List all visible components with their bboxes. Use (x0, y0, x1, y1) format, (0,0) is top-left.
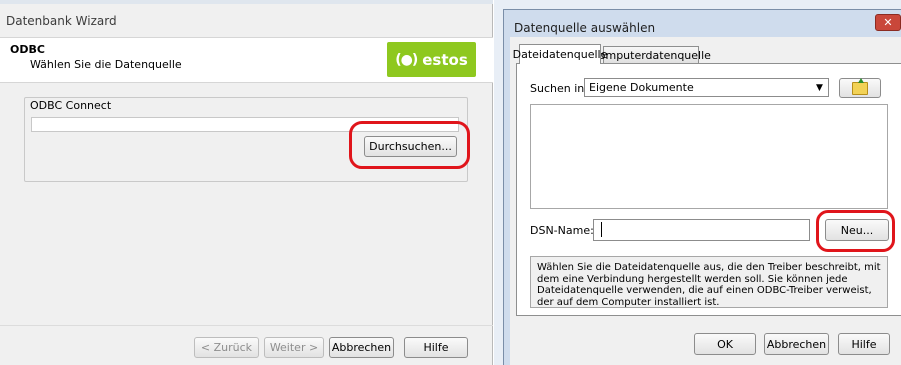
folder-up-icon (852, 77, 868, 95)
look-in-label: Suchen in: (530, 82, 588, 95)
tab-computer-data-source[interactable]: Computerdatenquelle (591, 46, 711, 63)
window-top-strip (0, 0, 493, 4)
cancel-button[interactable]: Abbrechen (329, 337, 394, 358)
dsn-name-label: DSN-Name: (530, 224, 594, 237)
wizard-window-title: Datenbank Wizard (6, 14, 117, 28)
look-in-value: Eigene Dokumente (589, 81, 694, 94)
dsn-name-field[interactable] (593, 219, 810, 241)
tab-file-data-source[interactable]: Dateidatenquelle (513, 44, 607, 64)
odbc-connect-label: ODBC Connect (30, 99, 112, 112)
description-text: Wählen Sie die Dateidatenquelle aus, die… (537, 262, 881, 308)
select-data-source-title: Datenquelle auswählen (514, 21, 656, 35)
look-in-dropdown[interactable]: Eigene Dokumente (584, 78, 829, 97)
chevron-down-icon[interactable]: ▼ (812, 80, 827, 95)
estos-logo-text: estos (422, 50, 468, 69)
help-button[interactable]: Hilfe (404, 337, 468, 358)
file-list[interactable] (530, 104, 888, 209)
new-highlight-circle (816, 210, 895, 252)
estos-logo-mark: (●) (395, 51, 418, 68)
close-icon[interactable]: ✕ (875, 14, 901, 31)
text-caret (601, 222, 602, 237)
right-cancel-button[interactable]: Abbrechen (764, 333, 829, 355)
estos-logo: (●) estos (387, 42, 476, 77)
right-help-button[interactable]: Hilfe (838, 333, 890, 355)
next-button[interactable]: Weiter > (264, 337, 324, 358)
browse-highlight-circle (349, 121, 470, 169)
button-bar-divider (0, 325, 493, 326)
back-button[interactable]: < Zurück (194, 337, 259, 358)
ok-button[interactable]: OK (694, 333, 756, 355)
wizard-step-subtitle: Wählen Sie die Datenquelle (30, 58, 182, 71)
folder-up-button[interactable] (839, 77, 881, 98)
wizard-step-title: ODBC (10, 43, 45, 56)
